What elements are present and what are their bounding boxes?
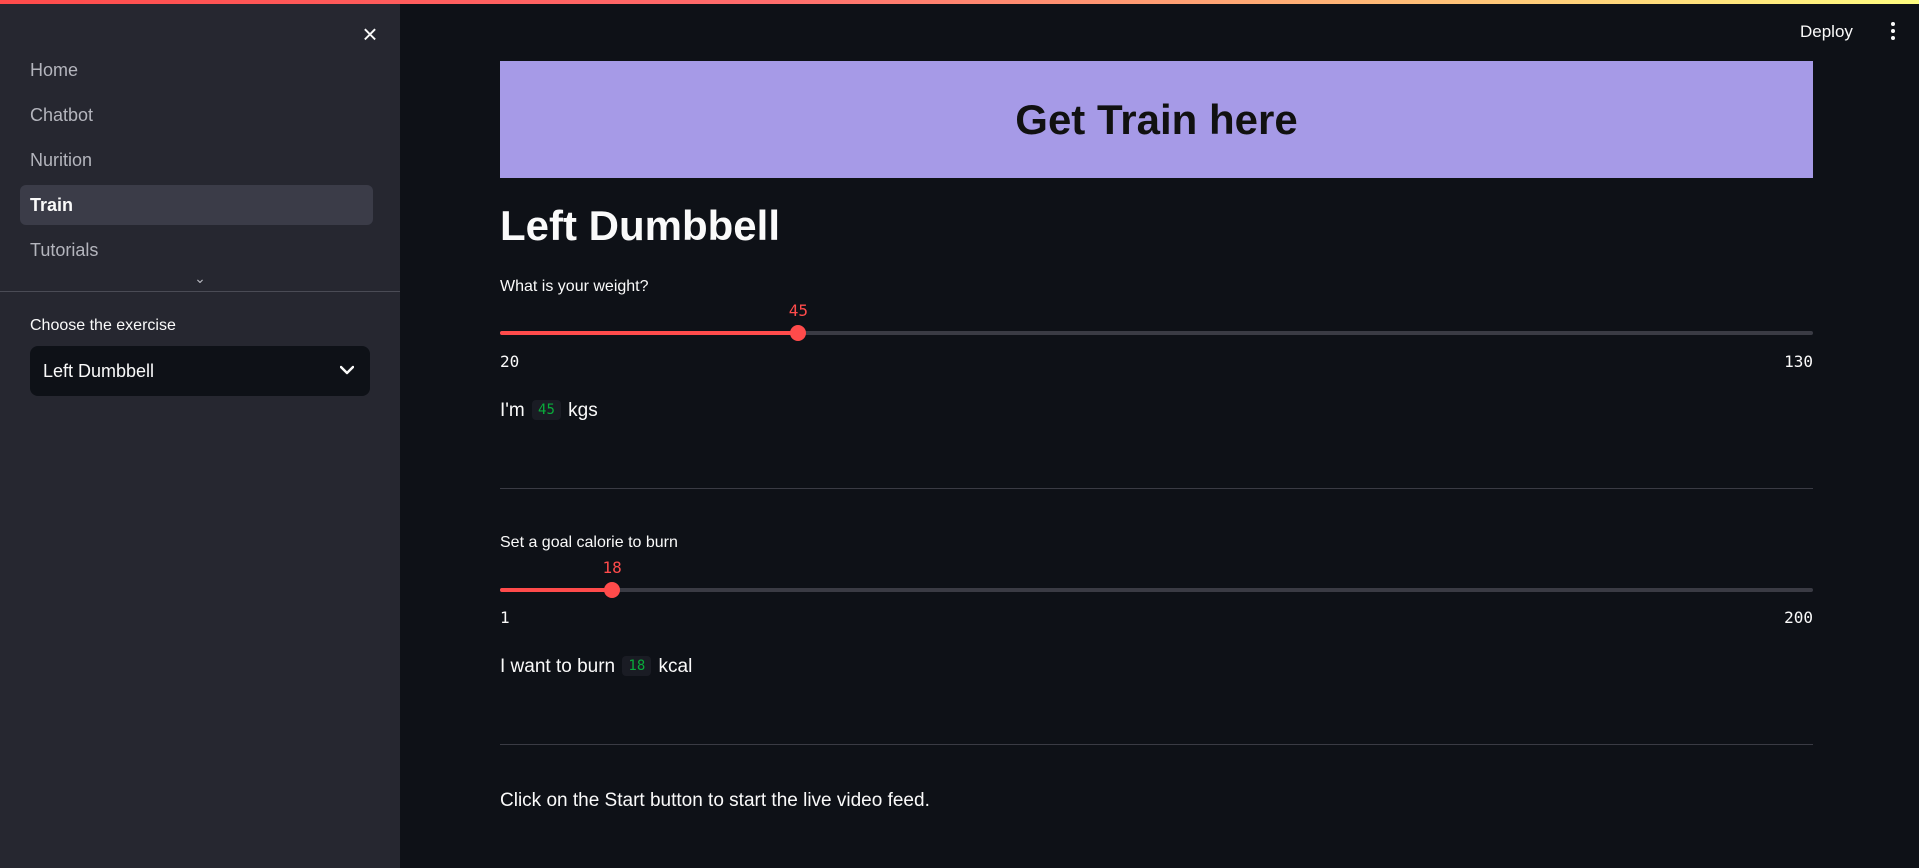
main-content: Get Train here Left Dumbbell What is you…	[500, 0, 1813, 868]
weight-slider-fill	[500, 331, 799, 335]
calorie-slider-min: 1	[500, 608, 510, 627]
weight-slider-value: 45	[788, 301, 809, 320]
calorie-sentence-prefix: I want to burn	[500, 656, 616, 677]
calorie-slider-thumb[interactable]	[604, 582, 621, 598]
chevron-down-icon	[339, 346, 355, 396]
weight-value-chip: 45	[532, 400, 561, 420]
kebab-menu-icon[interactable]	[1888, 22, 1898, 44]
weight-slider-min: 20	[500, 352, 520, 371]
close-icon[interactable]: ×	[358, 21, 382, 47]
page-title: Left Dumbbell	[500, 202, 780, 249]
weight-slider-thumb[interactable]	[790, 325, 807, 341]
calorie-sentence: I want to burn 18 kcal	[500, 656, 692, 678]
calorie-slider-fill	[500, 588, 613, 592]
calorie-slider[interactable]: 18	[500, 558, 1813, 598]
weight-sentence-prefix: I'm	[500, 400, 525, 421]
sidebar-divider	[0, 291, 400, 292]
exercise-select[interactable]: Left Dumbbell	[30, 346, 370, 396]
sidebar-item-home[interactable]: Home	[20, 50, 373, 90]
weight-slider[interactable]: 45	[500, 301, 1813, 341]
calorie-slider-label: Set a goal calorie to burn	[500, 534, 678, 551]
sidebar: × Home Chatbot Nurition Train Tutorials …	[0, 0, 400, 868]
exercise-select-value: Left Dumbbell	[43, 361, 155, 381]
sidebar-item-nurition[interactable]: Nurition	[20, 140, 373, 180]
page-banner: Get Train here	[500, 61, 1813, 178]
calorie-slider-max: 200	[1784, 608, 1813, 627]
calorie-slider-value: 18	[602, 558, 622, 577]
sidebar-item-chatbot[interactable]: Chatbot	[20, 95, 373, 135]
calorie-value-chip: 18	[622, 656, 652, 676]
weight-sentence: I'm 45 kgs	[500, 400, 598, 422]
info-text: Click on the Start button to start the l…	[500, 790, 930, 811]
exercise-select-label: Choose the exercise	[30, 317, 176, 334]
weight-slider-max: 130	[1784, 352, 1813, 371]
top-gradient-bar	[0, 0, 1919, 4]
weight-slider-label: What is your weight?	[500, 278, 649, 295]
sidebar-item-train[interactable]: Train	[20, 185, 373, 225]
sidebar-item-tutorials[interactable]: Tutorials	[20, 230, 373, 270]
calorie-sentence-suffix: kcal	[658, 656, 693, 677]
chevron-down-icon[interactable]: ⌄	[192, 271, 208, 285]
sidebar-nav: Home Chatbot Nurition Train Tutorials	[20, 50, 373, 275]
section-divider	[500, 744, 1813, 745]
weight-sentence-suffix: kgs	[568, 400, 598, 421]
section-divider	[500, 488, 1813, 489]
